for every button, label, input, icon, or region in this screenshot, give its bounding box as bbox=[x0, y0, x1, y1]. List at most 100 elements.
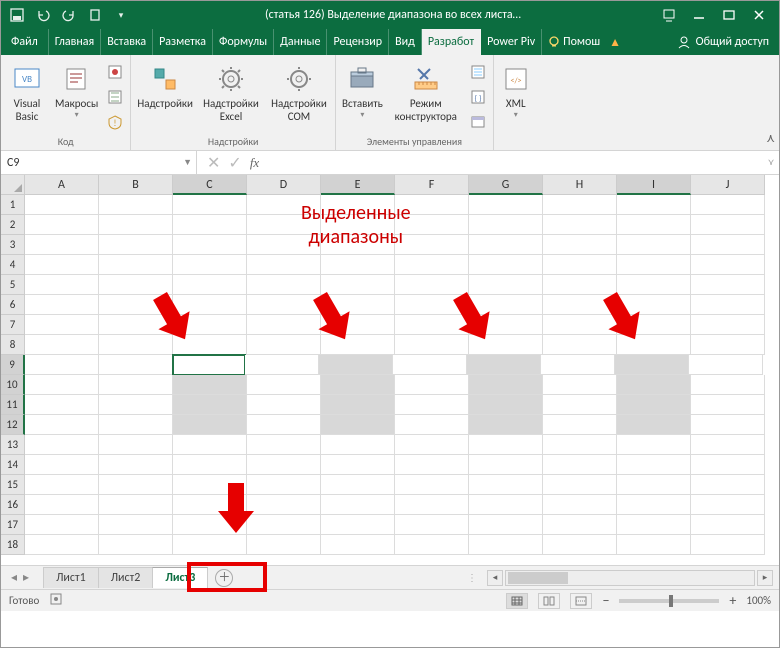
row-header-14[interactable]: 14 bbox=[1, 455, 25, 475]
cell-H3[interactable] bbox=[543, 235, 617, 255]
cell-F4[interactable] bbox=[395, 255, 469, 275]
cell-A12[interactable] bbox=[25, 415, 99, 435]
cell-J1[interactable] bbox=[691, 195, 765, 215]
collapse-ribbon-icon[interactable]: ⋏ bbox=[762, 55, 779, 150]
cell-F11[interactable] bbox=[395, 395, 469, 415]
row-header-1[interactable]: 1 bbox=[1, 195, 25, 215]
tab-developer[interactable]: Разработ bbox=[422, 29, 481, 55]
col-header-B[interactable]: B bbox=[99, 175, 173, 195]
design-mode-button[interactable]: Режим конструктора bbox=[389, 61, 463, 125]
cell-A9[interactable] bbox=[25, 355, 99, 375]
cell-E10[interactable] bbox=[321, 375, 395, 395]
tab-layout[interactable]: Разметка bbox=[153, 29, 213, 55]
cell-A2[interactable] bbox=[25, 215, 99, 235]
cell-E14[interactable] bbox=[321, 455, 395, 475]
macro-security-icon[interactable]: ! bbox=[104, 111, 126, 133]
cell-A1[interactable] bbox=[25, 195, 99, 215]
cell-H18[interactable] bbox=[543, 535, 617, 555]
col-header-I[interactable]: I bbox=[617, 175, 691, 195]
cell-A4[interactable] bbox=[25, 255, 99, 275]
cell-H2[interactable] bbox=[543, 215, 617, 235]
cell-A17[interactable] bbox=[25, 515, 99, 535]
cell-F14[interactable] bbox=[395, 455, 469, 475]
row-header-7[interactable]: 7 bbox=[1, 315, 25, 335]
cell-G15[interactable] bbox=[469, 475, 543, 495]
cell-I14[interactable] bbox=[617, 455, 691, 475]
sheet-split-handle[interactable]: ⋮ bbox=[467, 571, 477, 584]
col-header-H[interactable]: H bbox=[543, 175, 617, 195]
cell-B4[interactable] bbox=[99, 255, 173, 275]
select-all-corner[interactable] bbox=[1, 175, 25, 195]
row-header-6[interactable]: 6 bbox=[1, 295, 25, 315]
col-header-E[interactable]: E bbox=[321, 175, 395, 195]
tab-view[interactable]: Вид bbox=[389, 29, 422, 55]
cell-J12[interactable] bbox=[691, 415, 765, 435]
normal-view-icon[interactable] bbox=[506, 593, 528, 609]
cell-A3[interactable] bbox=[25, 235, 99, 255]
row-header-3[interactable]: 3 bbox=[1, 235, 25, 255]
worksheet-grid[interactable]: ABCDEFGHIJ123456789101112131415161718Выд… bbox=[1, 175, 779, 565]
touch-mode-icon[interactable] bbox=[87, 7, 103, 23]
cell-C1[interactable] bbox=[173, 195, 247, 215]
col-header-C[interactable]: C bbox=[173, 175, 247, 195]
cell-E12[interactable] bbox=[321, 415, 395, 435]
col-header-F[interactable]: F bbox=[395, 175, 469, 195]
cell-F17[interactable] bbox=[395, 515, 469, 535]
redo-icon[interactable] bbox=[61, 7, 77, 23]
zoom-percent[interactable]: 100% bbox=[746, 594, 771, 607]
expand-formula-icon[interactable]: ⋎ bbox=[763, 151, 779, 174]
cell-G12[interactable] bbox=[469, 415, 543, 435]
cell-D10[interactable] bbox=[247, 375, 321, 395]
record-macro-icon[interactable] bbox=[104, 61, 126, 83]
cell-D13[interactable] bbox=[247, 435, 321, 455]
cell-G14[interactable] bbox=[469, 455, 543, 475]
cell-G4[interactable] bbox=[469, 255, 543, 275]
tab-review[interactable]: Рецензир bbox=[327, 29, 389, 55]
tell-me[interactable]: Помош ▲ bbox=[542, 29, 627, 55]
cell-H11[interactable] bbox=[543, 395, 617, 415]
cell-I15[interactable] bbox=[617, 475, 691, 495]
cell-F18[interactable] bbox=[395, 535, 469, 555]
cell-I11[interactable] bbox=[617, 395, 691, 415]
sheet-nav[interactable]: ◂ ▸ bbox=[1, 570, 39, 585]
cell-B14[interactable] bbox=[99, 455, 173, 475]
row-header-5[interactable]: 5 bbox=[1, 275, 25, 295]
cell-I10[interactable] bbox=[617, 375, 691, 395]
cell-J16[interactable] bbox=[691, 495, 765, 515]
cell-J10[interactable] bbox=[691, 375, 765, 395]
cell-A13[interactable] bbox=[25, 435, 99, 455]
cell-J6[interactable] bbox=[691, 295, 765, 315]
cell-F12[interactable] bbox=[395, 415, 469, 435]
new-sheet-button[interactable]: ＋ bbox=[215, 569, 233, 587]
cell-D12[interactable] bbox=[247, 415, 321, 435]
cell-J15[interactable] bbox=[691, 475, 765, 495]
relative-refs-icon[interactable] bbox=[104, 86, 126, 108]
sheet-tab-2[interactable]: Лист2 bbox=[98, 567, 154, 588]
col-header-D[interactable]: D bbox=[247, 175, 321, 195]
cell-G10[interactable] bbox=[469, 375, 543, 395]
cell-J11[interactable] bbox=[691, 395, 765, 415]
page-break-view-icon[interactable] bbox=[570, 593, 592, 609]
cell-J9[interactable] bbox=[689, 355, 763, 375]
cell-E9[interactable] bbox=[319, 355, 393, 375]
tab-powerpivot[interactable]: Power Piv bbox=[481, 29, 542, 55]
addins-button[interactable]: Надстройки bbox=[135, 61, 195, 112]
row-header-11[interactable]: 11 bbox=[1, 395, 25, 415]
cell-B3[interactable] bbox=[99, 235, 173, 255]
zoom-in-icon[interactable]: + bbox=[729, 592, 736, 609]
cell-G11[interactable] bbox=[469, 395, 543, 415]
cell-H10[interactable] bbox=[543, 375, 617, 395]
run-dialog-icon[interactable] bbox=[467, 111, 489, 133]
cell-C2[interactable] bbox=[173, 215, 247, 235]
xml-button[interactable]: </> XML ▾ bbox=[498, 61, 534, 122]
cell-B15[interactable] bbox=[99, 475, 173, 495]
cell-B11[interactable] bbox=[99, 395, 173, 415]
fx-icon[interactable]: fx bbox=[250, 155, 259, 171]
cell-I9[interactable] bbox=[615, 355, 689, 375]
row-header-17[interactable]: 17 bbox=[1, 515, 25, 535]
row-header-13[interactable]: 13 bbox=[1, 435, 25, 455]
cell-C10[interactable] bbox=[173, 375, 247, 395]
cell-G1[interactable] bbox=[469, 195, 543, 215]
cell-J2[interactable] bbox=[691, 215, 765, 235]
share-button[interactable]: Общий доступ bbox=[667, 29, 779, 55]
